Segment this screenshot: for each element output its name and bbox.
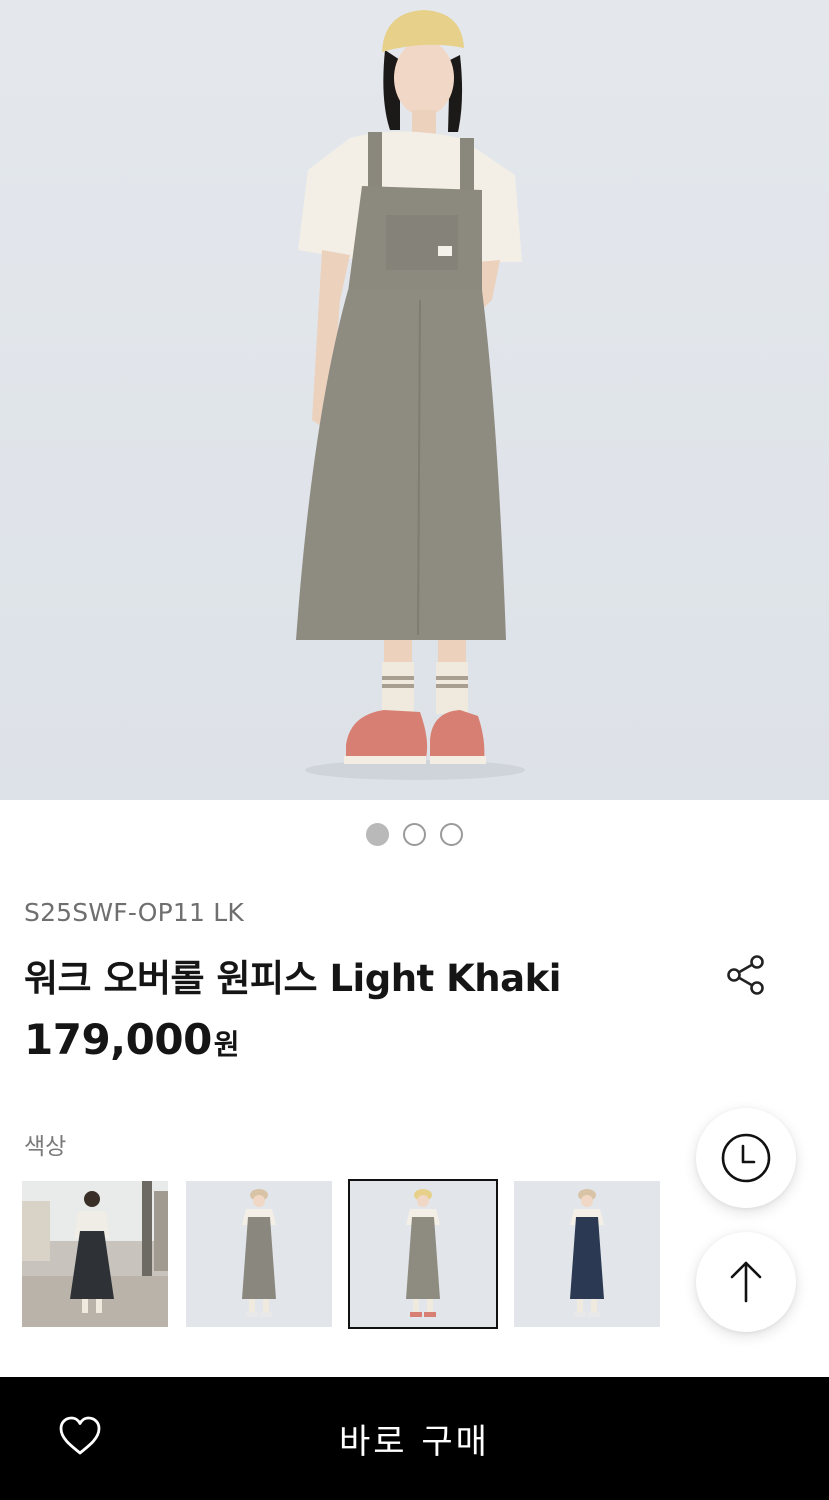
product-photo <box>296 10 525 780</box>
arrow-up-icon <box>730 1261 762 1303</box>
gallery-pagination <box>0 823 829 846</box>
product-title: 워크 오버롤 원피스 Light Khaki <box>24 957 561 1000</box>
pagination-dot-1[interactable] <box>366 823 389 846</box>
color-swatch-gray[interactable] <box>186 1181 332 1327</box>
pagination-dot-3[interactable] <box>440 823 463 846</box>
scroll-to-top-button[interactable] <box>696 1232 796 1332</box>
color-swatch-navy[interactable] <box>514 1181 660 1327</box>
swatch-thumbnail <box>22 1181 168 1327</box>
share-button[interactable] <box>722 951 770 999</box>
swatch-thumbnail <box>350 1181 496 1327</box>
price-amount: 179,000 <box>24 1015 212 1064</box>
product-hero-image[interactable] <box>0 0 829 800</box>
pagination-dot-2[interactable] <box>403 823 426 846</box>
share-icon <box>727 955 764 995</box>
color-swatch-light-khaki[interactable] <box>348 1179 498 1329</box>
buy-now-button[interactable]: 바로 구매 <box>200 1377 629 1500</box>
color-swatch-list <box>22 1179 660 1329</box>
heart-icon <box>59 1416 101 1455</box>
wishlist-button[interactable] <box>56 1412 104 1460</box>
color-section-label: 색상 <box>24 1134 67 1160</box>
price-unit: 원 <box>213 1028 240 1061</box>
product-price: 179,000원 <box>24 1015 240 1064</box>
swatch-thumbnail <box>514 1181 660 1327</box>
color-swatch-lookbook[interactable] <box>22 1181 168 1327</box>
clock-icon <box>721 1133 771 1183</box>
swatch-thumbnail <box>186 1181 332 1327</box>
recently-viewed-button[interactable] <box>696 1108 796 1208</box>
product-detail-page: S25SWF-OP11 LK 워크 오버롤 원피스 Light Khaki 17… <box>0 0 829 1500</box>
product-sku: S25SWF-OP11 LK <box>24 898 244 927</box>
